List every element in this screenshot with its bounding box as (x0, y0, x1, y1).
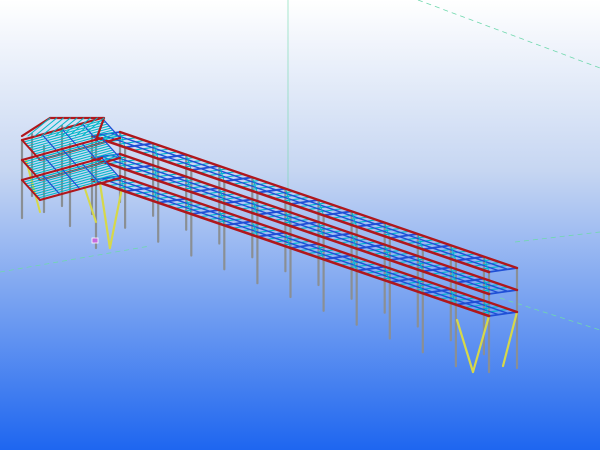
node-marker[interactable] (91, 237, 99, 244)
structural-model-canvas[interactable] (0, 0, 600, 450)
3d-viewport[interactable] (0, 0, 600, 450)
